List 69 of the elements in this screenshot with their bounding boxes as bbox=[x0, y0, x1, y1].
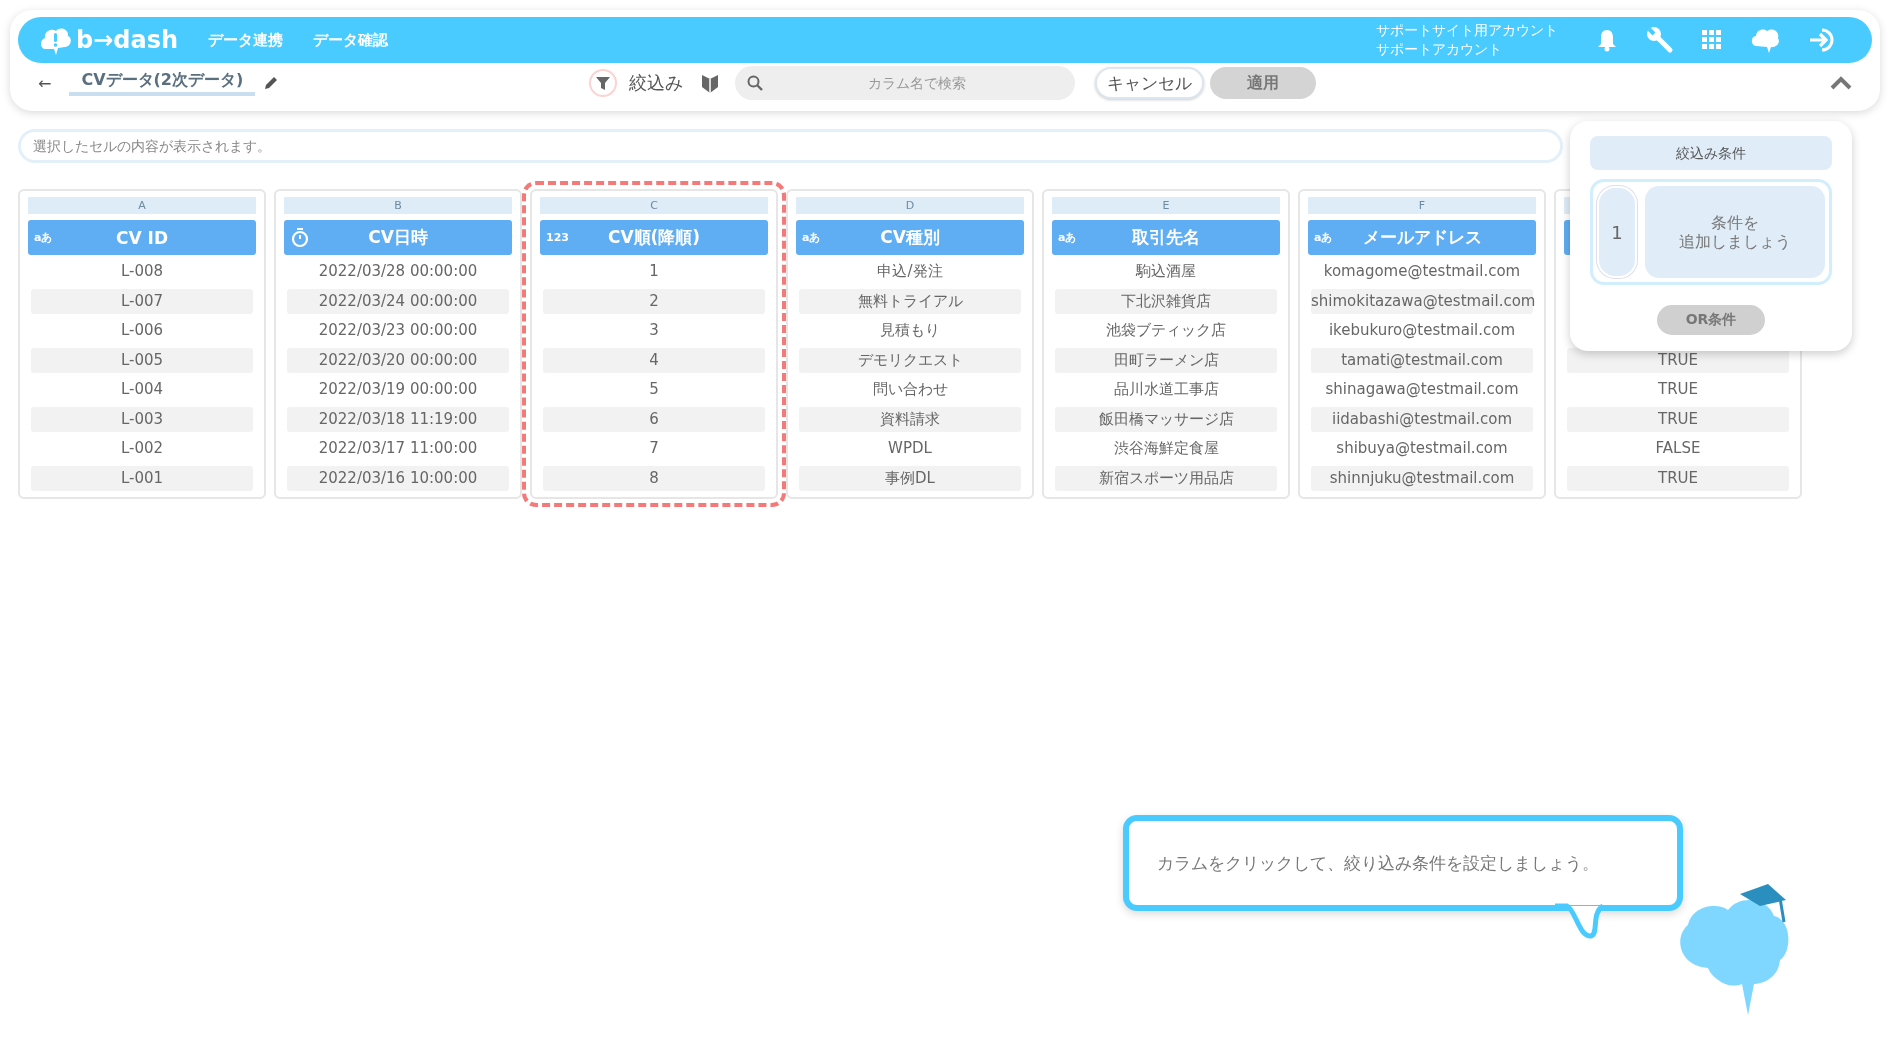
table-cell-text: WPDL bbox=[887, 438, 933, 459]
table-cell: 2022/03/18 11:19:00 bbox=[287, 406, 509, 432]
table-cell-text: 品川水道工事店 bbox=[1112, 379, 1220, 400]
table-cell-text: 2022/03/28 00:00:00 bbox=[317, 261, 479, 282]
table-cell-text: 池袋ブティック店 bbox=[1105, 320, 1227, 341]
table-cell: L-007 bbox=[31, 288, 253, 314]
table-cell: L-005 bbox=[31, 347, 253, 373]
table-cell-text: 3 bbox=[648, 320, 660, 341]
table-cell-text: L-008 bbox=[119, 261, 165, 282]
table-cell-text: 問い合わせ bbox=[871, 379, 949, 400]
column-letter: B bbox=[284, 197, 512, 214]
table-cell-text: ikebukuro@testmail.com bbox=[1327, 320, 1517, 341]
table-cell: TRUE bbox=[1567, 465, 1789, 491]
table-cell: 6 bbox=[543, 406, 765, 432]
table-cell: iidabashi@testmail.com bbox=[1311, 406, 1533, 432]
type-label: aあ bbox=[34, 230, 53, 245]
table-cell-text: 2022/03/23 00:00:00 bbox=[317, 320, 479, 341]
table-cell: shinnjuku@testmail.com bbox=[1311, 465, 1533, 491]
table-cell: 新宿スポーツ用品店 bbox=[1055, 465, 1277, 491]
tip-text: カラムをクリックして、絞り込み条件を設定しましょう。 bbox=[1157, 851, 1599, 875]
table-cell-text: 駒込酒屋 bbox=[1134, 261, 1197, 282]
table-cell-text: L-006 bbox=[119, 320, 165, 341]
table-cell: shimokitazawa@testmail.com bbox=[1311, 288, 1533, 314]
column-letter: A bbox=[28, 197, 256, 214]
panel-title: 絞込み条件 bbox=[1590, 136, 1832, 170]
table-cell: デモリクエスト bbox=[799, 347, 1021, 373]
table-cell-text: 7 bbox=[648, 438, 660, 459]
table-cell: 8 bbox=[543, 465, 765, 491]
table-cell-text: shibuya@testmail.com bbox=[1335, 438, 1509, 459]
table-cell-text: komagome@testmail.com bbox=[1322, 261, 1522, 282]
table-cell: 資料請求 bbox=[799, 406, 1021, 432]
column-letter: E bbox=[1052, 197, 1280, 214]
table-cell: 田町ラーメン店 bbox=[1055, 347, 1277, 373]
condition-number: 1 bbox=[1597, 186, 1637, 278]
table-cell-text: L-004 bbox=[119, 379, 165, 400]
table-cell-text: L-002 bbox=[119, 438, 165, 459]
table-cell: tamati@testmail.com bbox=[1311, 347, 1533, 373]
type-label: 123 bbox=[546, 231, 569, 244]
column-letter: C bbox=[540, 197, 768, 214]
table-cell: 無料トライアル bbox=[799, 288, 1021, 314]
type-label: aあ bbox=[1314, 230, 1333, 245]
table-cell-text: 渋谷海鮮定食屋 bbox=[1112, 438, 1220, 459]
table-cell: L-003 bbox=[31, 406, 253, 432]
table-cell: 4 bbox=[543, 347, 765, 373]
table-cell: L-001 bbox=[31, 465, 253, 491]
table-cell-text: 5 bbox=[648, 379, 660, 400]
type-label: aあ bbox=[802, 230, 821, 245]
account-name: サポートアカウント bbox=[1376, 40, 1503, 59]
table-cell-text: 2022/03/19 00:00:00 bbox=[317, 379, 479, 400]
table-cell-text: shinagawa@testmail.com bbox=[1324, 379, 1520, 400]
table-cell-text: FALSE bbox=[1654, 438, 1702, 459]
table-cell: 2 bbox=[543, 288, 765, 314]
table-cell-text: 見積もり bbox=[879, 320, 941, 341]
column-letter: D bbox=[796, 197, 1024, 214]
table-cell-text: 2022/03/17 11:00:00 bbox=[317, 438, 479, 459]
table-cell: 2022/03/20 00:00:00 bbox=[287, 347, 509, 373]
table-cell: 2022/03/16 10:00:00 bbox=[287, 465, 509, 491]
account-name: サポートサイト用アカウント bbox=[1376, 21, 1558, 40]
table-cell: 事例DL bbox=[799, 465, 1021, 491]
filter-label: 絞込み bbox=[629, 71, 684, 95]
type-label: aあ bbox=[1058, 230, 1077, 245]
column-letter: F bbox=[1308, 197, 1536, 214]
table-cell-text: 申込/発注 bbox=[876, 261, 944, 282]
table-cell: 飯田橋マッサージ店 bbox=[1055, 406, 1277, 432]
table-cell-text: 1 bbox=[648, 261, 660, 282]
table-cell-text: TRUE bbox=[1656, 379, 1699, 400]
table-cell: 下北沢雑貨店 bbox=[1055, 288, 1277, 314]
table-cell: TRUE bbox=[1567, 406, 1789, 432]
table-cell: 2022/03/24 00:00:00 bbox=[287, 288, 509, 314]
